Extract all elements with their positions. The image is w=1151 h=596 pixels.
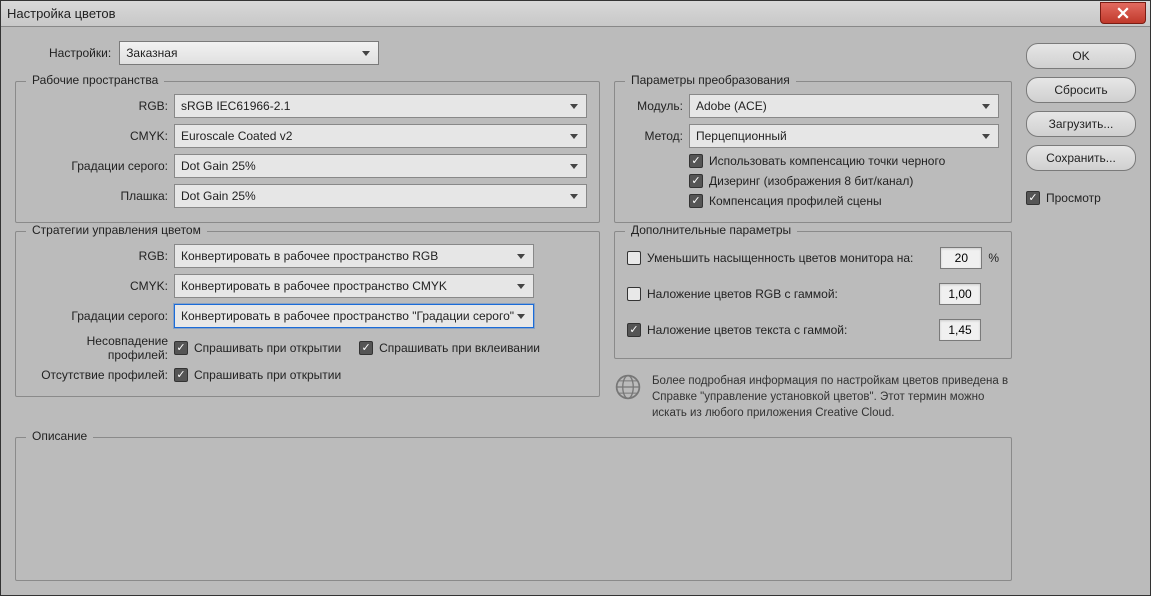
settings-row: Настройки: Заказная	[49, 41, 1012, 65]
blend-rgb-label: Наложение цветов RGB с гаммой:	[647, 287, 933, 301]
desaturate-checkbox[interactable]	[627, 251, 641, 265]
scene-label: Компенсация профилей сцены	[709, 194, 882, 208]
settings-select[interactable]: Заказная	[119, 41, 379, 65]
bpc-label: Использовать компенсацию точки черного	[709, 154, 945, 168]
blend-rgb-checkbox[interactable]	[627, 287, 641, 301]
blend-text-label: Наложение цветов текста с гаммой:	[647, 323, 933, 337]
desaturate-unit: %	[988, 251, 999, 265]
conversion-group: Параметры преобразования Модуль: Adobe (…	[614, 81, 1012, 223]
policies-group: Стратегии управления цветом RGB: Конверт…	[15, 231, 600, 397]
preview-checkbox[interactable]	[1026, 191, 1040, 205]
info-row: Более подробная информация по настройкам…	[614, 373, 1012, 421]
ask-paste-checkbox[interactable]	[359, 341, 373, 355]
settings-label: Настройки:	[49, 46, 111, 60]
save-button[interactable]: Сохранить...	[1026, 145, 1136, 171]
desaturate-input[interactable]: 20	[940, 247, 982, 269]
cmyk-label: CMYK:	[28, 129, 168, 143]
pol-gray-label: Градации серого:	[28, 309, 168, 323]
advanced-title: Дополнительные параметры	[625, 223, 797, 237]
pol-rgb-label: RGB:	[28, 249, 168, 263]
intent-select[interactable]: Перцепционный	[689, 124, 999, 148]
dither-label: Дизеринг (изображения 8 бит/канал)	[709, 174, 913, 188]
window-title: Настройка цветов	[7, 6, 116, 21]
cmyk-select[interactable]: Euroscale Coated v2	[174, 124, 587, 148]
ask-paste-label: Спрашивать при вклеивании	[379, 341, 540, 355]
rgb-label: RGB:	[28, 99, 168, 113]
conversion-title: Параметры преобразования	[625, 73, 796, 87]
titlebar: Настройка цветов	[1, 1, 1150, 27]
desaturate-label: Уменьшить насыщенность цветов монитора н…	[647, 251, 934, 265]
ok-button[interactable]: OK	[1026, 43, 1136, 69]
blend-rgb-input[interactable]: 1,00	[939, 283, 981, 305]
policies-title: Стратегии управления цветом	[26, 223, 207, 237]
intent-label: Метод:	[627, 129, 683, 143]
dither-checkbox[interactable]	[689, 174, 703, 188]
upper-two-col: Рабочие пространства RGB: sRGB IEC61966-…	[15, 73, 1012, 421]
workspaces-group: Рабочие пространства RGB: sRGB IEC61966-…	[15, 81, 600, 223]
globe-icon	[614, 373, 642, 401]
gray-label: Градации серого:	[28, 159, 168, 173]
spot-select[interactable]: Dot Gain 25%	[174, 184, 587, 208]
advanced-group: Дополнительные параметры Уменьшить насыщ…	[614, 231, 1012, 359]
missing-ask-open-label: Спрашивать при открытии	[194, 368, 341, 382]
missing-ask-open-checkbox[interactable]	[174, 368, 188, 382]
info-text: Более подробная информация по настройкам…	[652, 373, 1012, 421]
pol-cmyk-label: CMYK:	[28, 279, 168, 293]
close-button[interactable]	[1100, 2, 1146, 24]
load-button[interactable]: Загрузить...	[1026, 111, 1136, 137]
bpc-checkbox[interactable]	[689, 154, 703, 168]
main-column: Настройки: Заказная Рабочие пространства…	[15, 41, 1012, 581]
workspaces-title: Рабочие пространства	[26, 73, 164, 87]
settings-value: Заказная	[126, 46, 177, 60]
reset-button[interactable]: Сбросить	[1026, 77, 1136, 103]
ask-open-checkbox[interactable]	[174, 341, 188, 355]
mismatch-label: Несовпадение профилей:	[28, 334, 168, 362]
blend-text-input[interactable]: 1,45	[939, 319, 981, 341]
rgb-select[interactable]: sRGB IEC61966-2.1	[174, 94, 587, 118]
pol-gray-select[interactable]: Конвертировать в рабочее пространство "Г…	[174, 304, 534, 328]
scene-checkbox[interactable]	[689, 194, 703, 208]
description-group: Описание	[15, 437, 1012, 581]
dialog-window: Настройка цветов Настройки: Заказная Раб…	[0, 0, 1151, 596]
dialog-body: Настройки: Заказная Рабочие пространства…	[1, 27, 1150, 595]
preview-label: Просмотр	[1046, 191, 1101, 205]
missing-label: Отсутствие профилей:	[28, 368, 168, 382]
engine-label: Модуль:	[627, 99, 683, 113]
side-column: OK Сбросить Загрузить... Сохранить... Пр…	[1026, 41, 1136, 581]
blend-text-checkbox[interactable]	[627, 323, 641, 337]
pol-cmyk-select[interactable]: Конвертировать в рабочее пространство CM…	[174, 274, 534, 298]
gray-select[interactable]: Dot Gain 25%	[174, 154, 587, 178]
description-title: Описание	[26, 429, 93, 443]
ask-open-label: Спрашивать при открытии	[194, 341, 341, 355]
spot-label: Плашка:	[28, 189, 168, 203]
close-icon	[1117, 7, 1129, 19]
pol-rgb-select[interactable]: Конвертировать в рабочее пространство RG…	[174, 244, 534, 268]
engine-select[interactable]: Adobe (ACE)	[689, 94, 999, 118]
